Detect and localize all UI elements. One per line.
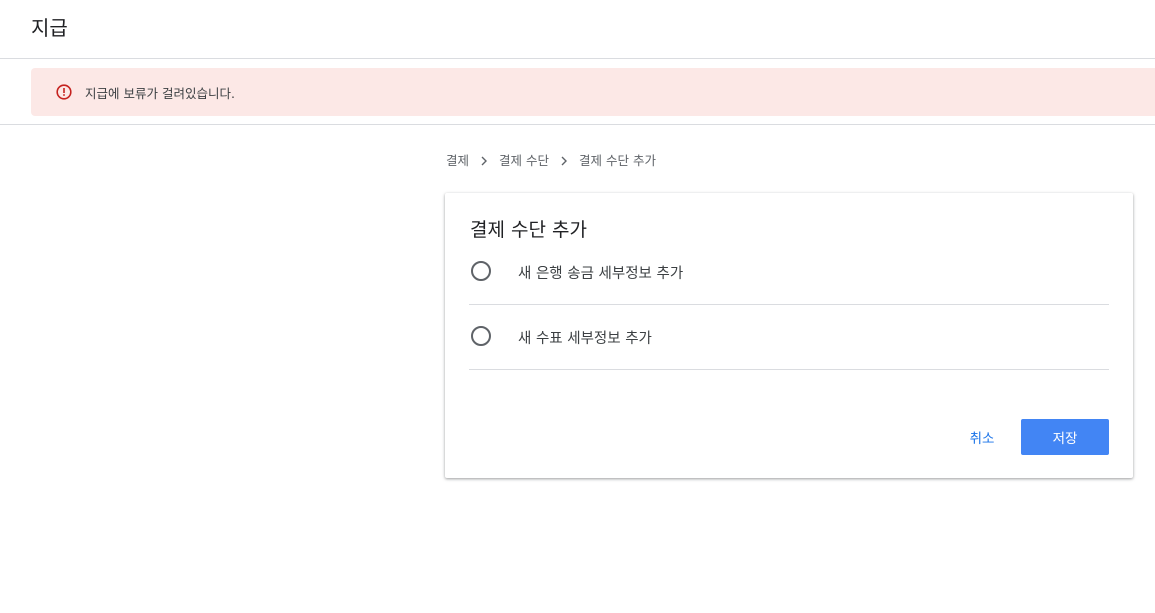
option-bank-transfer[interactable]: 새 은행 송금 세부정보 추가 [469,241,1109,305]
radio-button[interactable] [471,261,491,281]
page-title: 지급 [31,16,68,40]
breadcrumb-item-add-payment-method: 결제 수단 추가 [579,153,656,168]
cancel-button[interactable]: 취소 [960,419,1004,455]
option-label: 새 은행 송금 세부정보 추가 [518,266,684,282]
alert-message: 지급에 보류가 걸려있습니다. [85,86,235,101]
page-header: 지급 [0,0,1155,59]
add-payment-method-card: 결제 수단 추가 새 은행 송금 세부정보 추가 새 수표 세부정보 추가 취소… [445,193,1133,478]
chevron-right-icon [549,152,579,167]
card-title: 결제 수단 추가 [470,219,587,241]
chevron-right-icon [469,152,499,167]
option-check[interactable]: 새 수표 세부정보 추가 [469,306,1109,370]
option-label: 새 수표 세부정보 추가 [518,331,652,347]
breadcrumb-item-payment-methods[interactable]: 결제 수단 [499,150,549,169]
radio-button[interactable] [471,326,491,346]
breadcrumb: 결제 결제 수단 결제 수단 추가 [446,150,656,169]
breadcrumb-item-payments[interactable]: 결제 [446,150,469,169]
save-button[interactable]: 저장 [1021,419,1109,455]
hold-alert-banner: 지급에 보류가 걸려있습니다. [31,68,1155,116]
header-divider [0,124,1155,125]
error-outline-icon [56,84,72,100]
